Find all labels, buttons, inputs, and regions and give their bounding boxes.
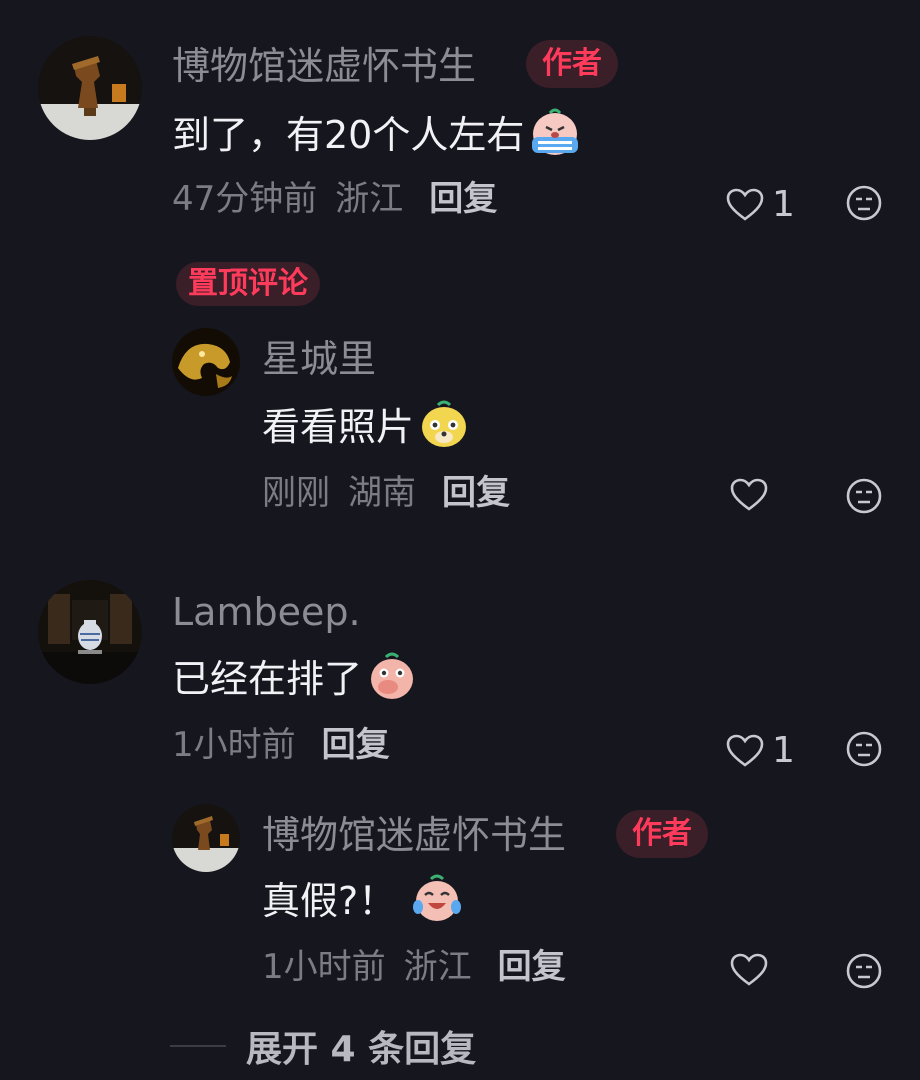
commenter-name[interactable]: 星城里 (262, 340, 376, 378)
comment-time: 1小时前 (172, 725, 296, 765)
reply-button[interactable]: 回复 (442, 476, 510, 510)
commenter-name[interactable]: 博物馆迷虚怀书生 (172, 47, 476, 85)
reply-text: 真假?！ (262, 879, 397, 923)
comment-meta: 1小时前 回复 (172, 728, 390, 762)
dislike-button[interactable] (846, 731, 882, 771)
reply-text: 看看照片 (262, 405, 415, 449)
author-badge: 作者 (526, 40, 618, 88)
like-count: 1 (772, 730, 795, 771)
avatar[interactable] (172, 804, 240, 872)
reply-text-row: 看看照片 (262, 399, 470, 455)
comment-text-row: 已经在排了 (172, 651, 418, 707)
comment-location: 浙江 (335, 179, 404, 219)
dislike-button[interactable] (846, 478, 882, 518)
reply-time: 刚刚 (262, 473, 330, 513)
dislike-icon (846, 478, 882, 514)
like-button[interactable] (730, 953, 768, 987)
heart-icon (726, 734, 764, 767)
comment-time: 47分钟前 (172, 179, 318, 219)
reply-text-row: 真假?！ (262, 873, 464, 929)
dislike-button[interactable] (846, 185, 882, 225)
comment-text: 到了，有20个人左右 (172, 113, 525, 157)
heart-icon (730, 478, 768, 511)
avatar[interactable] (38, 580, 142, 684)
dislike-icon (846, 731, 882, 767)
like-button[interactable] (730, 478, 768, 512)
heart-icon (726, 188, 764, 221)
commenter-name[interactable]: Lambeep. (172, 593, 361, 631)
reply-button[interactable]: 回复 (429, 182, 497, 216)
avatar[interactable] (38, 36, 142, 140)
reply-location: 浙江 (403, 947, 472, 987)
pinned-badge: 置顶评论 (176, 262, 320, 306)
dog-emoji (418, 399, 470, 455)
like-button[interactable]: 1 (726, 184, 795, 225)
reply-location: 湖南 (348, 473, 416, 513)
cover-mouth-emoji (366, 651, 418, 707)
like-count: 1 (772, 184, 795, 225)
laugh-cry-emoji (410, 873, 464, 929)
commenter-name[interactable]: 博物馆迷虚怀书生 (262, 816, 566, 854)
comment-text-row: 到了，有20个人左右 (172, 107, 582, 163)
heart-icon (730, 953, 768, 986)
reply-meta: 1小时前 浙江 回复 (262, 950, 566, 984)
comment-text: 已经在排了 (172, 657, 363, 701)
crying-emoji (528, 107, 582, 163)
expand-replies-button[interactable]: 展开 4 条回复 (170, 1020, 476, 1072)
avatar[interactable] (172, 328, 240, 396)
dislike-button[interactable] (846, 953, 882, 993)
reply-button[interactable]: 回复 (322, 728, 390, 762)
reply-time: 1小时前 (262, 947, 386, 987)
divider (170, 1045, 226, 1047)
dislike-icon (846, 953, 882, 989)
author-badge: 作者 (616, 810, 708, 858)
dislike-icon (846, 185, 882, 221)
reply-meta: 刚刚 湖南 回复 (262, 476, 510, 510)
reply-button[interactable]: 回复 (498, 950, 566, 984)
like-button[interactable]: 1 (726, 730, 795, 771)
expand-replies-label: 展开 4 条回复 (246, 1029, 477, 1070)
comment-meta: 47分钟前 浙江 回复 (172, 182, 497, 216)
